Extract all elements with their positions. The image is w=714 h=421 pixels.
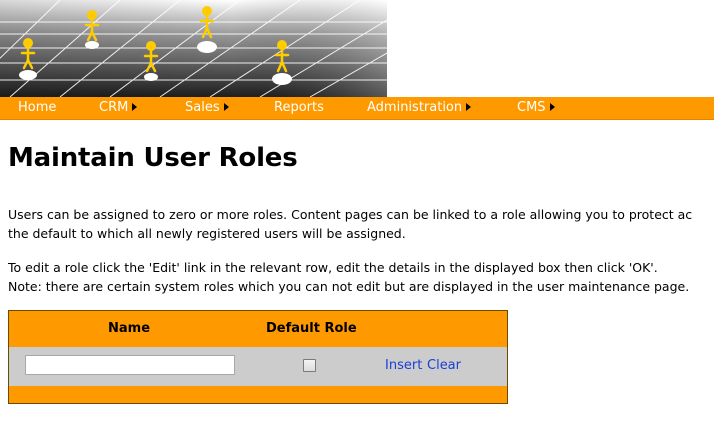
submenu-arrow-icon — [549, 103, 555, 111]
nav-reports-label: Reports — [274, 100, 324, 115]
edit-instructions-line-1: To edit a role click the 'Edit' link in … — [8, 260, 658, 275]
submenu-arrow-icon — [132, 103, 138, 111]
submenu-arrow-icon — [466, 103, 472, 111]
nav-sales[interactable]: Sales — [185, 99, 229, 117]
nav-administration[interactable]: Administration — [367, 99, 472, 117]
nav-cms[interactable]: CMS — [517, 99, 555, 117]
intro-text-line-1: Users can be assigned to zero or more ro… — [8, 207, 693, 222]
nav-crm[interactable]: CRM — [99, 99, 138, 117]
nav-home[interactable]: Home — [18, 99, 56, 117]
edit-instructions-line-2: Note: there are certain system roles whi… — [8, 279, 690, 294]
insert-link[interactable]: Insert — [385, 358, 422, 373]
column-header-name: Name — [108, 321, 151, 336]
main-nav-bar: Home CRM Sales Reports Administration CM… — [0, 97, 714, 120]
default-role-checkbox[interactable] — [303, 359, 316, 372]
intro-text-line-2: the default to which all newly registere… — [8, 226, 406, 241]
column-header-default-role: Default Role — [266, 321, 357, 336]
nav-home-label: Home — [18, 100, 57, 115]
clear-link[interactable]: Clear — [427, 358, 461, 373]
nav-reports[interactable]: Reports — [274, 99, 324, 117]
role-name-input[interactable] — [25, 355, 235, 375]
header-banner — [0, 0, 387, 97]
nav-administration-label: Administration — [367, 100, 463, 115]
new-role-row: Insert Clear — [9, 347, 507, 386]
nav-sales-label: Sales — [185, 100, 220, 115]
nav-cms-label: CMS — [517, 100, 546, 115]
page-title: Maintain User Roles — [8, 143, 298, 173]
submenu-arrow-icon — [223, 103, 229, 111]
banner-graphic — [0, 0, 387, 97]
nav-crm-label: CRM — [99, 100, 129, 115]
roles-table: Name Default Role Insert Clear — [8, 310, 508, 404]
